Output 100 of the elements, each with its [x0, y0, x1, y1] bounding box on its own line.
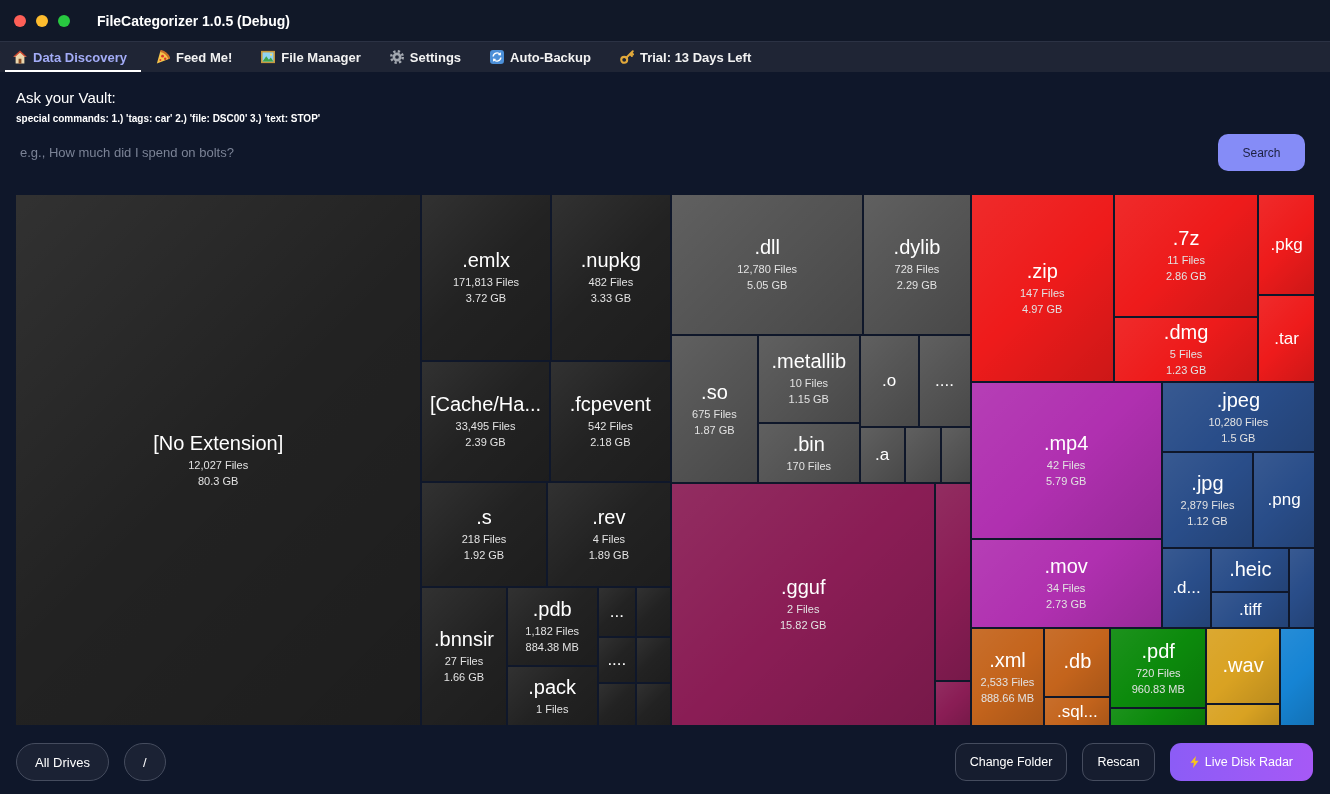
- tile-label: .xml: [989, 648, 1026, 672]
- tab[interactable]: Trial: 13 Days Left: [611, 42, 766, 72]
- treemap-tile[interactable]: .pkg: [1259, 195, 1314, 294]
- tile-label: .rev: [592, 506, 626, 529]
- treemap-tile[interactable]: .dmg 5 Files 1.23 GB: [1114, 318, 1258, 381]
- treemap-tile[interactable]: .metallib 10 Files 1.15 GB: [758, 335, 859, 423]
- treemap-tile[interactable]: .zip 147 Files 4.97 GB: [971, 195, 1113, 381]
- treemap-tile[interactable]: .jpg 2,879 Files 1.12 GB: [1162, 453, 1253, 547]
- search-button[interactable]: Search: [1218, 134, 1305, 171]
- treemap-tile[interactable]: .7z 11 Files 2.86 GB: [1114, 195, 1258, 316]
- treemap-tile[interactable]: .jpeg 10,280 Files 1.5 GB: [1162, 383, 1314, 451]
- file-count: 542 Files: [588, 419, 633, 434]
- file-size: 2.18 GB: [590, 435, 631, 450]
- treemap-tile[interactable]: .dll 12,780 Files 5.05 GB: [672, 195, 863, 334]
- treemap-tile[interactable]: .dylib 728 Files 2.29 GB: [864, 195, 970, 334]
- tab[interactable]: File Manager: [253, 42, 375, 72]
- treemap-tile[interactable]: .png: [1254, 453, 1314, 547]
- file-size: 888.66 MB: [980, 690, 1035, 706]
- treemap-tile[interactable]: [636, 684, 670, 725]
- refresh-icon: [490, 50, 505, 64]
- file-count: 4 Files: [592, 532, 626, 547]
- file-count: 218 Files: [461, 532, 507, 547]
- treemap-tile[interactable]: [1290, 549, 1314, 627]
- treemap-tile[interactable]: .heic: [1212, 549, 1289, 591]
- treemap-tile[interactable]: ....: [598, 638, 635, 682]
- commands-hint: special commands: 1.) 'tags: car' 2.) 'file: DSC00' 3.) 'text: STOP': [16, 113, 321, 125]
- treemap-tile[interactable]: .fcpevent 542 Files 2.18 GB: [550, 362, 670, 481]
- treemap-tile[interactable]: .nupkg 482 Files 3.33 GB: [551, 195, 670, 360]
- treemap-tile[interactable]: .tar: [1259, 296, 1314, 381]
- prompt-heading: Ask your Vault:: [16, 89, 116, 107]
- tile-label: ....: [935, 370, 954, 391]
- treemap-tile[interactable]: .bin 170 Files: [758, 424, 859, 483]
- tile-label: .png: [1267, 490, 1301, 510]
- action-button[interactable]: Change Folder: [954, 743, 1068, 781]
- file-size: 5.05 GB: [747, 277, 788, 293]
- tile-label: .mov: [1044, 555, 1088, 578]
- treemap-tile[interactable]: [No Extension] 12,027 Files 80.3 GB: [16, 195, 421, 725]
- treemap-tile[interactable]: [1207, 705, 1280, 725]
- treemap-tile[interactable]: [636, 638, 670, 682]
- location-button[interactable]: All Drives: [16, 743, 109, 781]
- file-size: 2.73 GB: [1045, 597, 1087, 612]
- treemap-tile[interactable]: .tiff: [1212, 593, 1289, 627]
- treemap-tile[interactable]: .a: [860, 428, 904, 483]
- file-count: 27 Files: [444, 654, 484, 669]
- treemap-tile[interactable]: .o: [860, 335, 918, 427]
- file-count: 2,879 Files: [1180, 497, 1235, 513]
- tab[interactable]: Data Discovery: [5, 42, 141, 72]
- treemap-tile[interactable]: .xml 2,533 Files 888.66 MB: [971, 629, 1044, 725]
- treemap-tile[interactable]: .s 218 Files 1.92 GB: [422, 483, 546, 586]
- file-count: 34 Files: [1046, 581, 1086, 596]
- treemap-tile[interactable]: [Cache/Ha... 33,495 Files 2.39 GB: [422, 362, 549, 481]
- tile-label: .wav: [1222, 653, 1264, 677]
- treemap-tile[interactable]: ...: [598, 588, 635, 636]
- file-count: 12,780 Files: [737, 261, 798, 277]
- treemap-tile[interactable]: .bnnsir 27 Files 1.66 GB: [422, 588, 506, 725]
- treemap-tile[interactable]: [1281, 629, 1314, 725]
- treemap-tile[interactable]: [1111, 709, 1206, 725]
- file-count: 482 Files: [588, 275, 634, 290]
- treemap-tile[interactable]: .so 675 Files 1.87 GB: [672, 335, 757, 483]
- treemap-tile[interactable]: .pack 1 Files: [507, 667, 597, 725]
- tab[interactable]: Settings: [381, 42, 476, 72]
- tile-label: .s: [476, 506, 492, 529]
- treemap-tile[interactable]: [936, 682, 970, 725]
- file-size: 5.79 GB: [1045, 474, 1087, 489]
- tile-label: .gguf: [781, 576, 826, 600]
- treemap-tile[interactable]: .mp4 42 Files 5.79 GB: [971, 383, 1161, 538]
- treemap-tile[interactable]: .pdb 1,182 Files 884.38 MB: [507, 588, 597, 665]
- treemap-tile[interactable]: .rev 4 Files 1.89 GB: [547, 483, 670, 586]
- treemap-tile[interactable]: [636, 588, 670, 636]
- treemap-tile[interactable]: .d...: [1162, 549, 1211, 627]
- treemap-tile[interactable]: [936, 484, 970, 681]
- treemap-tile[interactable]: [905, 428, 940, 483]
- file-count: 2,533 Files: [980, 674, 1035, 690]
- treemap-tile[interactable]: .emlx 171,813 Files 3.72 GB: [422, 195, 550, 360]
- treemap-tile[interactable]: [941, 428, 970, 483]
- file-count: 10 Files: [789, 376, 829, 392]
- treemap-tile[interactable]: ....: [919, 335, 970, 427]
- action-button[interactable]: Rescan: [1082, 743, 1155, 781]
- tile-label: .bin: [792, 432, 825, 456]
- file-count: 5 Files: [1169, 347, 1203, 362]
- treemap-tile[interactable]: .gguf 2 Files 15.82 GB: [672, 484, 935, 725]
- tab[interactable]: Auto-Backup: [482, 42, 605, 72]
- tab[interactable]: Feed Me!: [147, 42, 247, 72]
- search-field[interactable]: e.g., How much did I spend on bolts?: [16, 134, 1205, 171]
- treemap-tile[interactable]: .db: [1045, 629, 1110, 696]
- location-button[interactable]: /: [123, 743, 166, 781]
- treemap-tile[interactable]: .sql...: [1045, 698, 1110, 725]
- minimize-icon[interactable]: [36, 14, 48, 27]
- treemap-tile[interactable]: [598, 684, 635, 725]
- tile-label: [No Extension]: [153, 431, 284, 455]
- treemap-tile[interactable]: .pdf 720 Files 960.83 MB: [1111, 629, 1206, 707]
- close-icon[interactable]: [14, 14, 26, 27]
- treemap-tile[interactable]: .mov 34 Files 2.73 GB: [971, 540, 1161, 627]
- tile-label: .db: [1063, 650, 1092, 673]
- maximize-icon[interactable]: [58, 14, 70, 27]
- tile-label: .pdf: [1141, 639, 1175, 663]
- file-count: 728 Files: [894, 261, 940, 277]
- action-button[interactable]: Live Disk Radar: [1169, 743, 1313, 781]
- file-size: 1.23 GB: [1165, 363, 1207, 378]
- gear-icon: [389, 50, 404, 64]
